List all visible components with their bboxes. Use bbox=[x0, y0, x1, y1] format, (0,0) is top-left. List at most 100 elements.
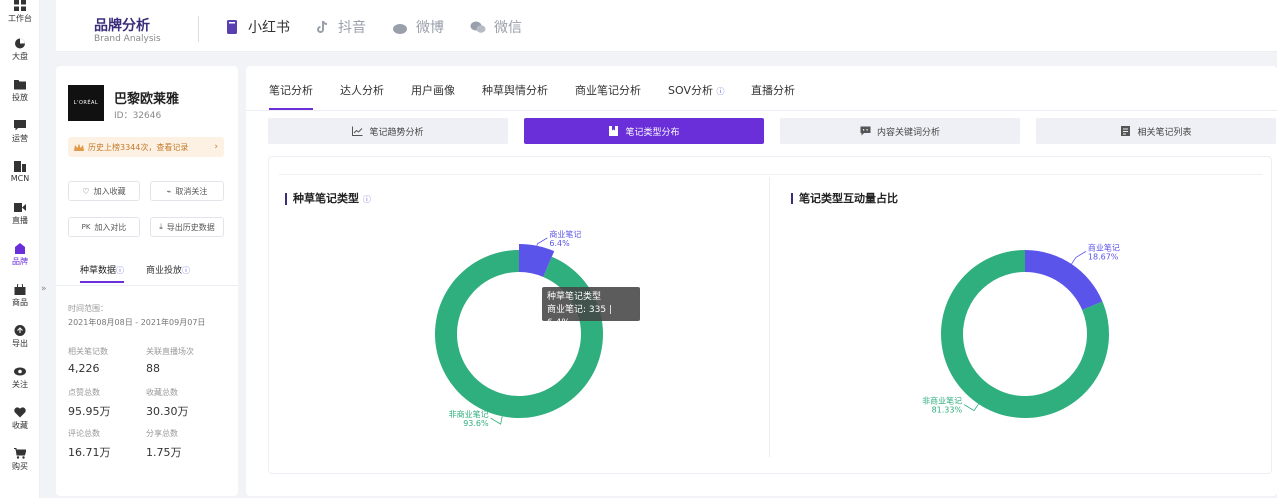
keyword-analysis-button[interactable]: 内容关键词分析 bbox=[780, 118, 1020, 144]
slice-value-label: 93.6% bbox=[463, 419, 489, 428]
note-trend-label: 笔记趋势分析 bbox=[369, 127, 424, 138]
chevron-right-icon: › bbox=[214, 142, 218, 152]
unfollow-label: 取消关注 bbox=[175, 186, 208, 196]
rail-item-label: 商品 bbox=[12, 298, 28, 307]
platform-label: 微信 bbox=[494, 20, 522, 36]
stat-label: 评论总数 bbox=[68, 429, 100, 438]
label-leader-line bbox=[963, 403, 979, 412]
brand-logo: L'ORÉAL bbox=[68, 85, 104, 121]
rail-item-8[interactable]: 导出 bbox=[0, 325, 40, 349]
rail-item-4[interactable]: MCN bbox=[0, 161, 40, 183]
stat-label: 关联直播场次 bbox=[146, 347, 194, 356]
platform-weibo[interactable]: 微博 bbox=[392, 17, 444, 37]
subtab-divider bbox=[56, 285, 238, 286]
rail-item-5[interactable]: 直播 bbox=[0, 202, 40, 226]
expand-rail-icon[interactable]: » bbox=[41, 284, 47, 294]
tab-sov[interactable]: SOV分析 ⓘ bbox=[668, 82, 724, 98]
tab-commercial-label: 商业投放 bbox=[146, 266, 183, 276]
add-favorite-label: 加入收藏 bbox=[93, 186, 126, 196]
add-favorite-button[interactable]: ♡ 加入收藏 bbox=[68, 181, 140, 201]
rail-item-11[interactable]: 购买 bbox=[0, 448, 40, 472]
rail-item-label: MCN bbox=[10, 174, 30, 183]
rail-item-7[interactable]: 商品 bbox=[0, 282, 40, 308]
rail-item-2[interactable]: 投放 bbox=[0, 79, 40, 103]
main-panel: 笔记分析 达人分析 用户画像 种草舆情分析 商业笔记分析 SOV分析 ⓘ 直播分… bbox=[246, 66, 1277, 496]
pie-icon bbox=[14, 38, 26, 49]
rail-item-label: 投放 bbox=[12, 93, 28, 102]
list-icon bbox=[1121, 126, 1131, 136]
rail-item-3[interactable]: 运营 bbox=[0, 120, 40, 144]
stat-value: 4,226 bbox=[68, 362, 100, 375]
tab-live[interactable]: 直播分析 bbox=[751, 82, 795, 98]
upload-icon bbox=[14, 325, 26, 336]
donut-slice-非商业笔记[interactable] bbox=[435, 250, 603, 418]
time-range-label: 时间范围： bbox=[68, 304, 108, 313]
xiaohongshu-icon bbox=[227, 20, 237, 34]
note-type-label: 笔记类型分布 bbox=[625, 127, 680, 138]
note-type-donut-chart[interactable]: 商业笔记6.4% 非商业笔记93.6% bbox=[269, 157, 769, 475]
mcn-icon bbox=[14, 161, 26, 172]
stat-label: 点赞总数 bbox=[68, 388, 100, 397]
rail-item-label: 直播 bbox=[12, 216, 28, 225]
rail-item-label: 工作台 bbox=[8, 14, 32, 23]
rail-item-label: 大盘 bbox=[12, 52, 28, 61]
platform-label: 小红书 bbox=[248, 20, 290, 36]
video-icon bbox=[14, 202, 26, 213]
douyin-icon bbox=[317, 20, 328, 33]
unfollow-button[interactable]: ⌁ 取消关注 bbox=[150, 181, 224, 201]
download-icon: ⤓ bbox=[159, 222, 163, 231]
note-type-button[interactable]: 笔记类型分布 bbox=[524, 118, 764, 144]
stat-label: 相关笔记数 bbox=[68, 347, 108, 356]
folder-icon bbox=[14, 79, 26, 90]
note-trend-button[interactable]: 笔记趋势分析 bbox=[268, 118, 508, 144]
tab-grass-data[interactable]: 种草数据ⓘ bbox=[80, 263, 125, 283]
tab-user-profile[interactable]: 用户画像 bbox=[411, 82, 455, 98]
tab-sov-label: SOV分析 bbox=[668, 84, 713, 97]
slice-value-label: 18.67% bbox=[1088, 252, 1119, 261]
time-range-value: 2021年08月08日 - 2021年09月07日 bbox=[68, 318, 206, 327]
stat-value: 88 bbox=[146, 362, 160, 375]
rail-item-9[interactable]: 关注 bbox=[0, 366, 40, 390]
label-leader-line bbox=[490, 416, 503, 425]
brand-id: ID：32646 bbox=[114, 111, 162, 121]
stat-value: 30.30万 bbox=[146, 405, 189, 418]
label-leader-line bbox=[1071, 251, 1087, 265]
rail-item-1[interactable]: 大盘 bbox=[0, 38, 40, 62]
tab-grass-label: 种草数据 bbox=[80, 266, 117, 276]
brand-name: 巴黎欧莱雅 bbox=[114, 92, 180, 107]
tab-commercial-notes[interactable]: 商业笔记分析 bbox=[575, 82, 641, 98]
interaction-share-donut-chart[interactable]: 商业笔记18.67% 非商业笔记81.33% bbox=[769, 157, 1273, 475]
unfollow-icon: ⌁ bbox=[166, 186, 172, 196]
tab-kol-analysis[interactable]: 达人分析 bbox=[340, 82, 384, 98]
slice-value-label: 6.4% bbox=[549, 239, 570, 248]
heart-icon bbox=[14, 407, 26, 418]
tooltip-title: 种草笔记类型 bbox=[547, 292, 602, 302]
tab-sentiment[interactable]: 种草舆情分析 bbox=[482, 82, 548, 98]
page-title: 品牌分析 bbox=[94, 18, 150, 34]
brand-info-panel: L'ORÉAL 巴黎欧莱雅 ID：32646 历史上榜3344次，查看记录 › … bbox=[56, 66, 238, 496]
stat-label: 收藏总数 bbox=[146, 388, 178, 397]
platform-douyin[interactable]: 抖音 bbox=[314, 17, 366, 37]
help-icon: ⓘ bbox=[716, 87, 725, 96]
rail-item-label: 关注 bbox=[12, 380, 28, 389]
chart-card: 种草笔记类型 ⓘ 笔记类型互动量占比 商业笔记 6.4% 非商业笔记 93.6% 商业… bbox=[268, 156, 1272, 474]
rail-item-6[interactable]: 品牌 bbox=[0, 243, 40, 267]
note-list-button[interactable]: 相关笔记列表 bbox=[1036, 118, 1276, 144]
grid-icon bbox=[14, 0, 26, 11]
rail-item-10[interactable]: 收藏 bbox=[0, 407, 40, 431]
help-icon: ⓘ bbox=[182, 266, 191, 275]
slice-category-label: 非商业笔记 bbox=[922, 396, 962, 406]
chat-icon bbox=[14, 120, 26, 131]
platform-wechat[interactable]: 微信 bbox=[470, 17, 522, 37]
add-compare-button[interactable]: PK 加入对比 bbox=[68, 217, 140, 237]
platform-xiaohongshu[interactable]: 小红书 bbox=[224, 17, 290, 37]
export-history-button[interactable]: ⤓ 导出历史数据 bbox=[150, 217, 224, 237]
tab-note-analysis[interactable]: 笔记分析 bbox=[269, 82, 313, 98]
slice-category-label: 商业笔记 bbox=[1088, 242, 1120, 252]
rail-item-0[interactable]: 工作台 bbox=[0, 0, 40, 24]
label-leader-line bbox=[536, 237, 548, 246]
rail-item-label: 导出 bbox=[12, 339, 28, 348]
stat-label: 分享总数 bbox=[146, 429, 178, 438]
tab-commercial[interactable]: 商业投放ⓘ bbox=[146, 263, 190, 276]
history-record-link[interactable]: 历史上榜3344次，查看记录 › bbox=[68, 137, 224, 157]
